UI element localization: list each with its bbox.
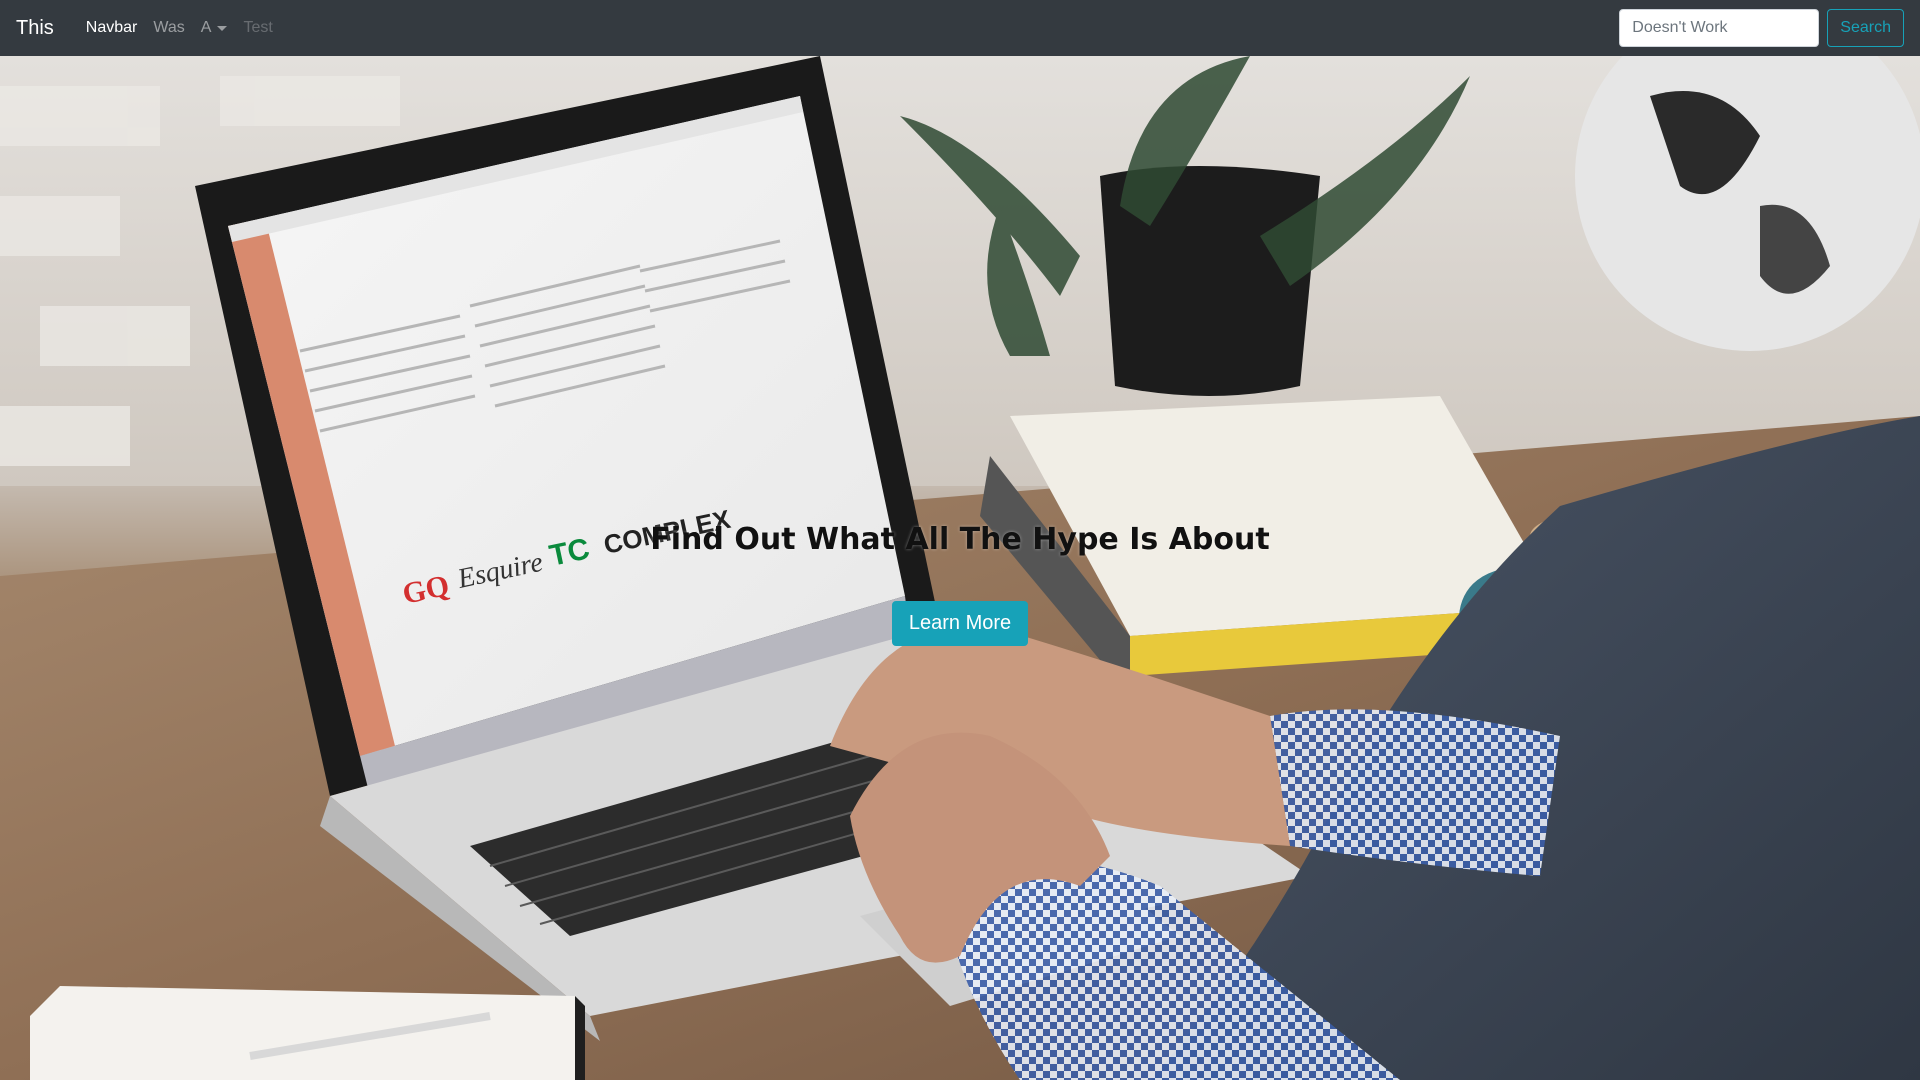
search-input[interactable] [1619,9,1820,47]
top-navbar: This Navbar Was A Test Search [0,0,1920,56]
nav-link-navbar[interactable]: Navbar [78,19,146,37]
hero-title: Find Out What All The Hype Is About [650,522,1270,557]
search-button[interactable]: Search [1827,9,1904,47]
search-form: Search [1619,9,1904,47]
nav-links: Navbar Was A Test [78,19,281,37]
learn-more-button[interactable]: Learn More [891,601,1029,646]
nav-dropdown-a[interactable]: A [193,19,236,37]
nav-dropdown-label: A [200,19,212,36]
navbar-brand[interactable]: This [16,17,54,40]
caret-down-icon [217,25,228,31]
nav-link-test: Test [243,19,273,36]
hero-content: Find Out What All The Hype Is About Lear… [0,522,1920,646]
hero-section: GQ Esquire TC COMPLEX Find Out What All … [0,56,1920,1080]
nav-link-was[interactable]: Was [145,19,192,37]
